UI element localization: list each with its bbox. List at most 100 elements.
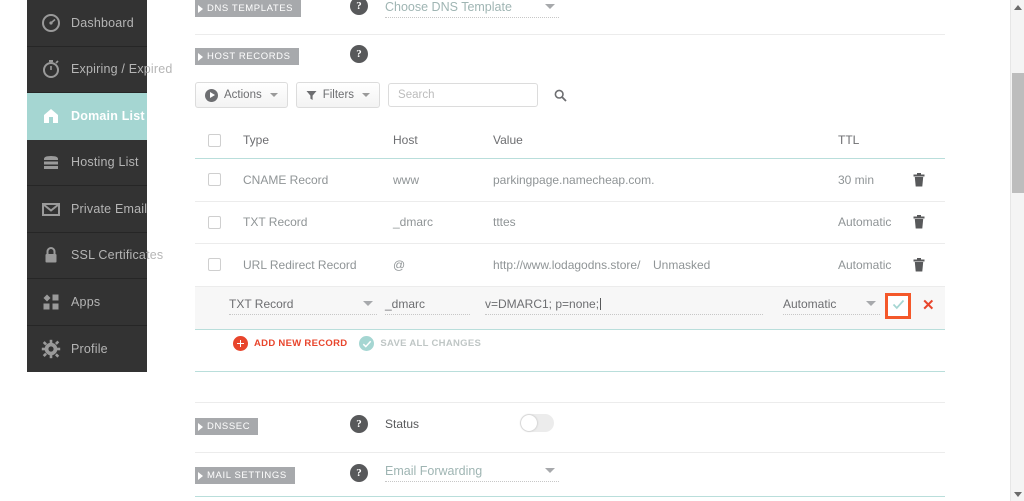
help-icon[interactable]: ? xyxy=(350,0,368,15)
row-value: tttes xyxy=(493,215,516,230)
row-host: @ xyxy=(393,257,406,272)
sidebar-item-label: Private Email xyxy=(71,201,148,216)
column-header-type: Type xyxy=(243,133,270,147)
sidebar-item-dashboard[interactable]: Dashboard xyxy=(27,0,147,47)
table-row[interactable]: URL Redirect Record @ http://www.lodagod… xyxy=(195,244,945,287)
divider xyxy=(195,452,945,453)
page-scrollbar[interactable] xyxy=(1010,0,1024,501)
mail-settings-select[interactable]: Email Forwarding xyxy=(385,464,559,482)
delete-record-icon[interactable] xyxy=(913,257,925,272)
server-icon xyxy=(40,151,62,173)
check-icon xyxy=(892,298,905,314)
table-row[interactable]: TXT Record _dmarc tttes Automatic xyxy=(195,202,945,244)
divider xyxy=(195,371,945,372)
sidebar-item-hosting-list[interactable]: Hosting List xyxy=(27,140,147,186)
dnssec-tag: DNSSEC xyxy=(195,418,259,435)
records-toolbar: Actions Filters xyxy=(195,82,567,108)
mail-settings-tag: MAIL SETTINGS xyxy=(195,467,295,484)
add-new-record-button[interactable]: ADD NEW RECORD xyxy=(233,336,347,351)
divider xyxy=(195,402,945,403)
column-header-ttl: TTL xyxy=(838,133,860,147)
chevron-down-icon xyxy=(545,468,555,473)
dnssec-toggle[interactable] xyxy=(520,414,554,432)
host-records-tag: HOST RECORDS xyxy=(195,48,299,65)
help-icon[interactable]: ? xyxy=(350,415,368,433)
close-icon: ✕ xyxy=(922,296,935,314)
funnel-icon xyxy=(306,90,317,101)
sidebar: Dashboard Expiring / Expired Domain List… xyxy=(27,0,172,373)
search-icon[interactable] xyxy=(554,89,567,102)
host-records-table: Type Host Value TTL CNAME Record www par… xyxy=(195,122,945,330)
sidebar-item-label: Apps xyxy=(71,294,101,309)
row-checkbox[interactable] xyxy=(208,215,221,229)
actions-label: Actions xyxy=(224,89,262,101)
edit-host-value: _dmarc xyxy=(385,296,426,311)
sidebar-item-private-email[interactable]: Private Email xyxy=(27,186,147,233)
sidebar-item-label: Profile xyxy=(71,341,108,356)
delete-record-icon[interactable] xyxy=(913,172,925,187)
chevron-down-icon xyxy=(866,300,876,306)
dns-templates-section: DNS TEMPLATES ? Choose DNS Template xyxy=(195,0,945,36)
row-checkbox[interactable] xyxy=(208,173,221,187)
divider xyxy=(195,496,945,497)
toggle-knob xyxy=(521,415,537,431)
dns-templates-tag: DNS TEMPLATES xyxy=(195,0,302,17)
sidebar-item-label: Hosting List xyxy=(71,155,139,170)
select-all-checkbox[interactable] xyxy=(208,133,221,147)
actions-button[interactable]: Actions xyxy=(195,82,288,108)
dns-template-select-value: Choose DNS Template xyxy=(385,0,512,14)
column-header-value: Value xyxy=(493,133,523,147)
lock-icon xyxy=(40,244,62,266)
save-all-changes-button[interactable]: SAVE ALL CHANGES xyxy=(359,336,481,351)
chevron-down-icon xyxy=(269,93,278,97)
edit-value-input[interactable]: v=DMARC1; p=none; xyxy=(485,297,763,315)
edit-type-value: TXT Record xyxy=(229,296,294,311)
row-type: CNAME Record xyxy=(243,172,329,187)
edit-ttl-select[interactable]: Automatic xyxy=(783,297,880,315)
sidebar-item-label: Expiring / Expired xyxy=(71,62,173,77)
table-row[interactable]: CNAME Record www parkingpage.namecheap.c… xyxy=(195,159,945,202)
edit-ttl-value: Automatic xyxy=(783,296,837,311)
gear-icon xyxy=(40,338,62,360)
scroll-up-button[interactable] xyxy=(1011,0,1024,14)
row-value: http://www.lodagodns.store/ xyxy=(493,257,641,272)
sidebar-item-label: SSL Certificates xyxy=(71,248,164,263)
table-header-row: Type Host Value TTL xyxy=(195,122,945,159)
chevron-down-icon xyxy=(362,93,371,97)
row-checkbox[interactable] xyxy=(208,258,221,272)
sidebar-item-domain-list[interactable]: Domain List xyxy=(27,93,156,140)
envelope-icon xyxy=(40,198,62,220)
sidebar-item-label: Dashboard xyxy=(71,15,134,30)
column-header-host: Host xyxy=(393,133,418,147)
sidebar-item-expiring[interactable]: Expiring / Expired xyxy=(27,47,172,93)
scroll-down-button[interactable] xyxy=(1011,487,1024,501)
delete-record-icon[interactable] xyxy=(913,215,925,229)
text-cursor xyxy=(600,297,602,310)
record-edit-row: TXT Record _dmarc v=DMARC1; p=none; Auto… xyxy=(195,286,945,330)
edit-type-select[interactable]: TXT Record xyxy=(229,297,377,315)
help-icon[interactable]: ? xyxy=(350,45,368,63)
dns-template-select[interactable]: Choose DNS Template xyxy=(385,0,559,18)
sidebar-item-profile[interactable]: Profile xyxy=(27,326,147,373)
dnssec-status-label: Status xyxy=(385,417,420,431)
row-value: parkingpage.namecheap.com. xyxy=(493,172,655,187)
edit-host-input[interactable]: _dmarc xyxy=(385,297,470,315)
mail-settings-select-value: Email Forwarding xyxy=(385,464,483,478)
cancel-record-button[interactable]: ✕ xyxy=(922,298,935,313)
scrollbar-thumb[interactable] xyxy=(1012,73,1024,193)
sidebar-item-ssl-certificates[interactable]: SSL Certificates xyxy=(27,233,163,279)
confirm-record-button[interactable] xyxy=(885,292,911,319)
stopwatch-icon xyxy=(40,58,62,80)
search-input[interactable] xyxy=(396,88,555,102)
filters-label: Filters xyxy=(322,89,355,101)
sidebar-item-apps[interactable]: Apps xyxy=(27,279,147,326)
chevron-down-icon xyxy=(363,300,373,306)
chevron-down-icon xyxy=(545,4,555,9)
chevron-down-icon xyxy=(1014,491,1022,497)
help-icon[interactable]: ? xyxy=(350,464,368,482)
filters-button[interactable]: Filters xyxy=(295,82,381,108)
edit-value-value: v=DMARC1; p=none; xyxy=(485,296,600,311)
grid-icon xyxy=(40,291,62,313)
search-box[interactable] xyxy=(388,83,567,107)
row-type: TXT Record xyxy=(243,215,308,230)
